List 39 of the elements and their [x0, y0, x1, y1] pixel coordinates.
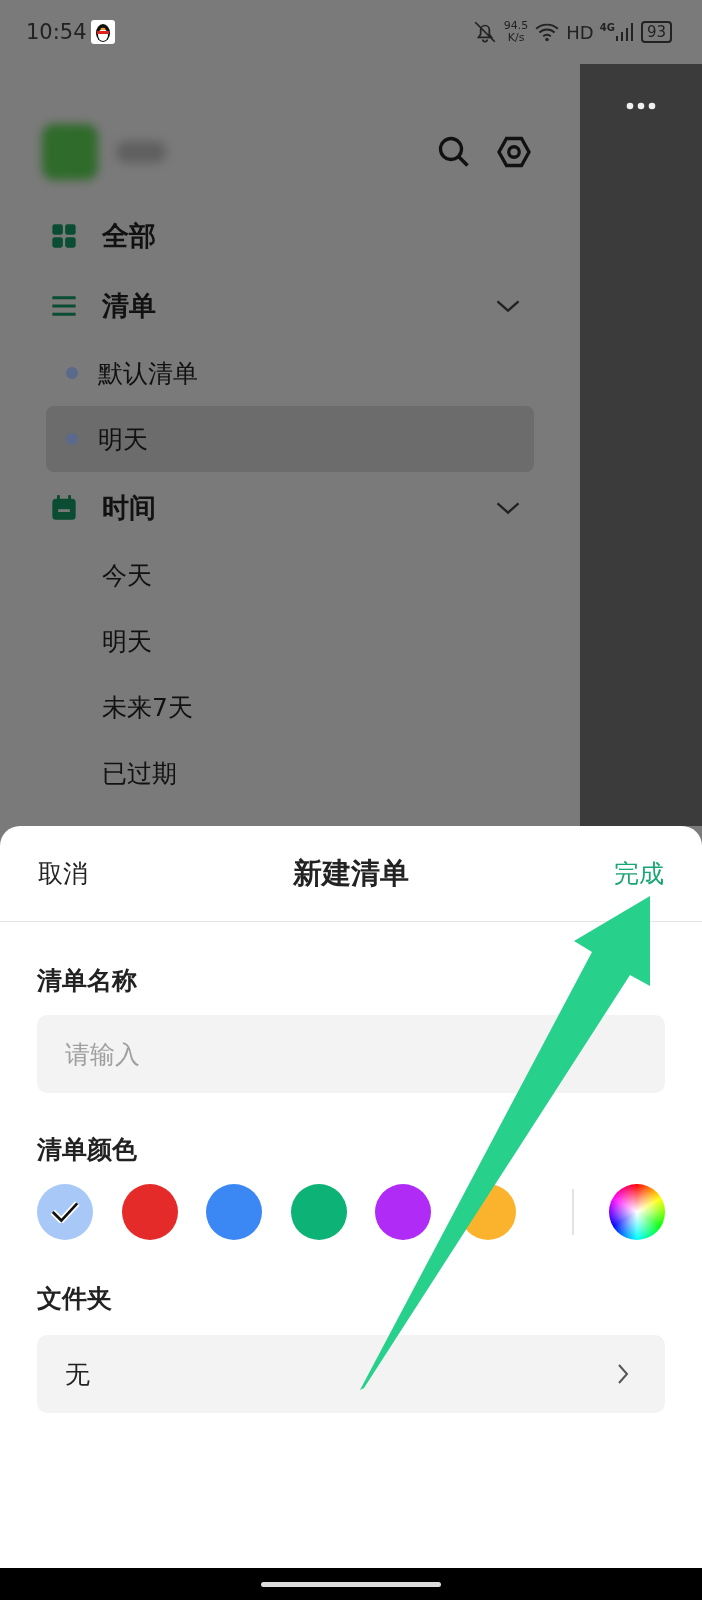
home-indicator[interactable] [261, 1581, 441, 1587]
hd-label: HD [566, 21, 594, 43]
color-wheel-icon[interactable] [609, 1184, 665, 1240]
sidebar-item[interactable]: 明天 [46, 406, 534, 472]
field-label: 清单名称 [37, 965, 137, 997]
speed-unit: K/s [507, 32, 525, 44]
sidebar-item[interactable]: 已过期 [46, 740, 534, 806]
done-button[interactable]: 完成 [614, 857, 664, 890]
sidebar-item[interactable]: 明天 [46, 608, 534, 674]
sidebar-item[interactable]: 默认清单 [46, 340, 534, 406]
settings-icon[interactable] [496, 134, 532, 170]
status-time: 10:54 [26, 20, 87, 44]
checkmark-icon [50, 1201, 80, 1223]
field-label: 清单颜色 [37, 1134, 137, 1166]
section-title[interactable]: 时间 [102, 490, 494, 526]
list-dot-icon [66, 367, 78, 379]
penguin-icon [90, 20, 115, 44]
section-title[interactable]: 全部 [102, 218, 522, 254]
sidebar-item[interactable]: 未来7天 [46, 674, 534, 740]
battery-indicator: 93 [640, 21, 672, 43]
more-icon[interactable] [626, 102, 656, 110]
calendar-icon [50, 494, 78, 522]
sidebar-item[interactable]: 今天 [46, 542, 534, 608]
color-swatch[interactable] [375, 1184, 431, 1240]
cellular-label: 4G [599, 22, 615, 33]
section-title[interactable]: 清单 [102, 288, 494, 324]
field-label: 文件夹 [37, 1283, 112, 1315]
blurred-name [116, 141, 166, 163]
color-swatch[interactable] [37, 1184, 93, 1240]
cancel-button[interactable]: 取消 [38, 857, 88, 890]
network-speed: 94.5 [503, 20, 529, 32]
chevron-right-icon [617, 1362, 629, 1386]
color-swatch[interactable] [206, 1184, 262, 1240]
sheet-title: 新建清单 [293, 854, 409, 892]
grid-icon [50, 222, 78, 250]
folder-selector[interactable]: 无 [37, 1335, 665, 1413]
list-dot-icon [66, 433, 78, 445]
signal-icon [614, 22, 635, 42]
list-name-field[interactable]: 请输入 [37, 1015, 665, 1093]
